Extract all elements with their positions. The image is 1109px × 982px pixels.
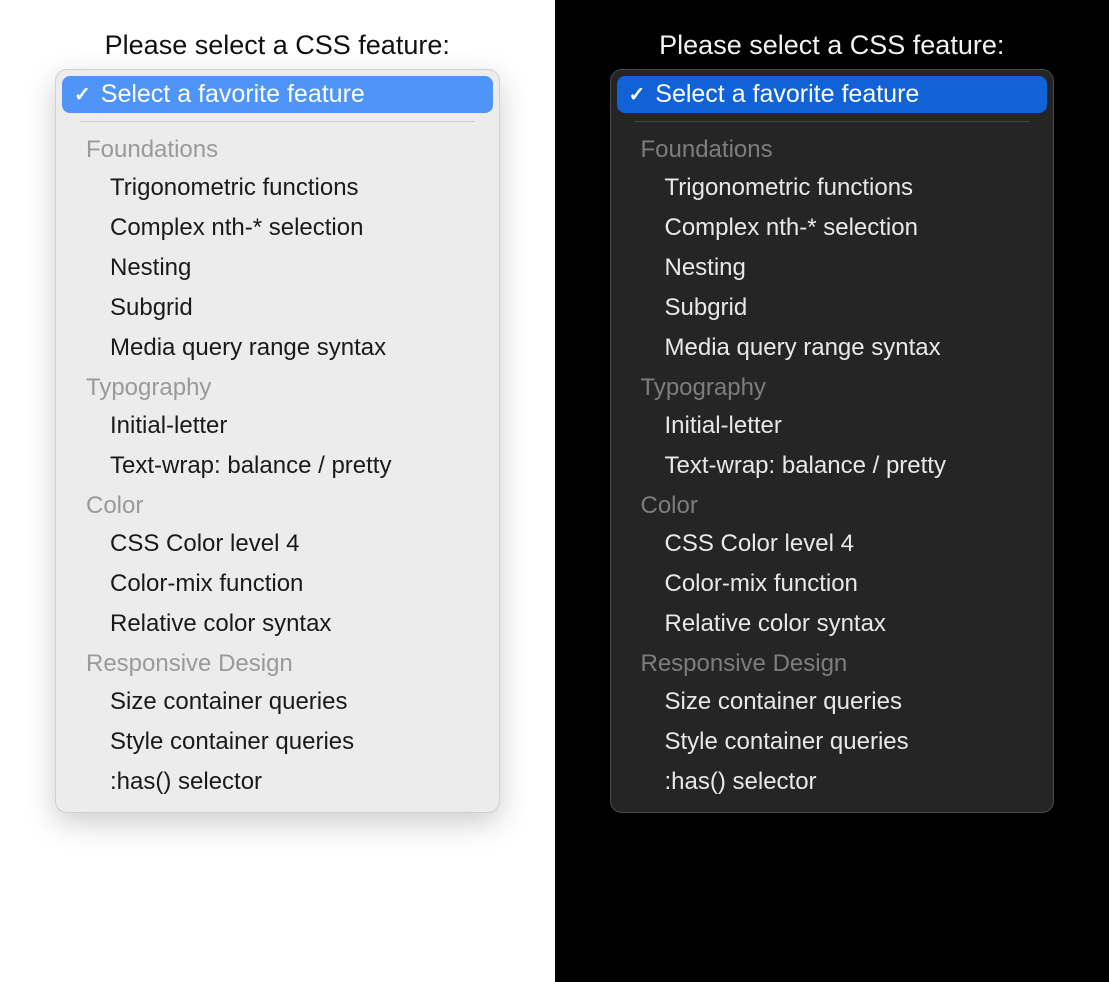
option-has-selector[interactable]: :has() selector (617, 762, 1048, 802)
group-label-typography: Typography (62, 368, 493, 406)
option-has-selector[interactable]: :has() selector (62, 762, 493, 802)
option-trigonometric-functions[interactable]: Trigonometric functions (62, 168, 493, 208)
divider (635, 121, 1030, 122)
option-style-container-queries[interactable]: Style container queries (617, 722, 1048, 762)
option-size-container-queries[interactable]: Size container queries (617, 682, 1048, 722)
option-text-wrap-balance-pretty[interactable]: Text-wrap: balance / pretty (617, 446, 1048, 486)
option-media-query-range-syntax[interactable]: Media query range syntax (62, 328, 493, 368)
light-mode-pane: Please select a CSS feature: ✓ Select a … (0, 0, 555, 982)
option-media-query-range-syntax[interactable]: Media query range syntax (617, 328, 1048, 368)
option-complex-nth-selection[interactable]: Complex nth-* selection (62, 208, 493, 248)
group-label-foundations: Foundations (62, 130, 493, 168)
option-nesting[interactable]: Nesting (617, 248, 1048, 288)
option-color-mix-function[interactable]: Color-mix function (617, 564, 1048, 604)
option-style-container-queries[interactable]: Style container queries (62, 722, 493, 762)
dark-mode-pane: Please select a CSS feature: ✓ Select a … (555, 0, 1109, 982)
option-subgrid[interactable]: Subgrid (62, 288, 493, 328)
option-relative-color-syntax[interactable]: Relative color syntax (62, 604, 493, 644)
option-nesting[interactable]: Nesting (62, 248, 493, 288)
group-label-color: Color (617, 486, 1048, 524)
checkmark-icon: ✓ (629, 85, 646, 105)
selected-option-label: Select a favorite feature (101, 80, 365, 109)
option-initial-letter[interactable]: Initial-letter (617, 406, 1048, 446)
option-css-color-level-4[interactable]: CSS Color level 4 (617, 524, 1048, 564)
option-complex-nth-selection[interactable]: Complex nth-* selection (617, 208, 1048, 248)
select-dropdown-dark[interactable]: ✓ Select a favorite feature Foundations … (610, 69, 1055, 813)
option-relative-color-syntax[interactable]: Relative color syntax (617, 604, 1048, 644)
option-color-mix-function[interactable]: Color-mix function (62, 564, 493, 604)
group-label-typography: Typography (617, 368, 1048, 406)
option-size-container-queries[interactable]: Size container queries (62, 682, 493, 722)
selected-option-label: Select a favorite feature (655, 80, 919, 109)
option-text-wrap-balance-pretty[interactable]: Text-wrap: balance / pretty (62, 446, 493, 486)
option-initial-letter[interactable]: Initial-letter (62, 406, 493, 446)
group-label-responsive-design: Responsive Design (62, 644, 493, 682)
checkmark-icon: ✓ (74, 85, 91, 105)
prompt-label: Please select a CSS feature: (55, 30, 500, 61)
group-label-responsive-design: Responsive Design (617, 644, 1048, 682)
group-label-foundations: Foundations (617, 130, 1048, 168)
select-dropdown-light[interactable]: ✓ Select a favorite feature Foundations … (55, 69, 500, 813)
selected-option-row[interactable]: ✓ Select a favorite feature (617, 76, 1048, 113)
selected-option-row[interactable]: ✓ Select a favorite feature (62, 76, 493, 113)
option-subgrid[interactable]: Subgrid (617, 288, 1048, 328)
option-trigonometric-functions[interactable]: Trigonometric functions (617, 168, 1048, 208)
option-css-color-level-4[interactable]: CSS Color level 4 (62, 524, 493, 564)
group-label-color: Color (62, 486, 493, 524)
divider (80, 121, 475, 122)
prompt-label: Please select a CSS feature: (610, 30, 1055, 61)
